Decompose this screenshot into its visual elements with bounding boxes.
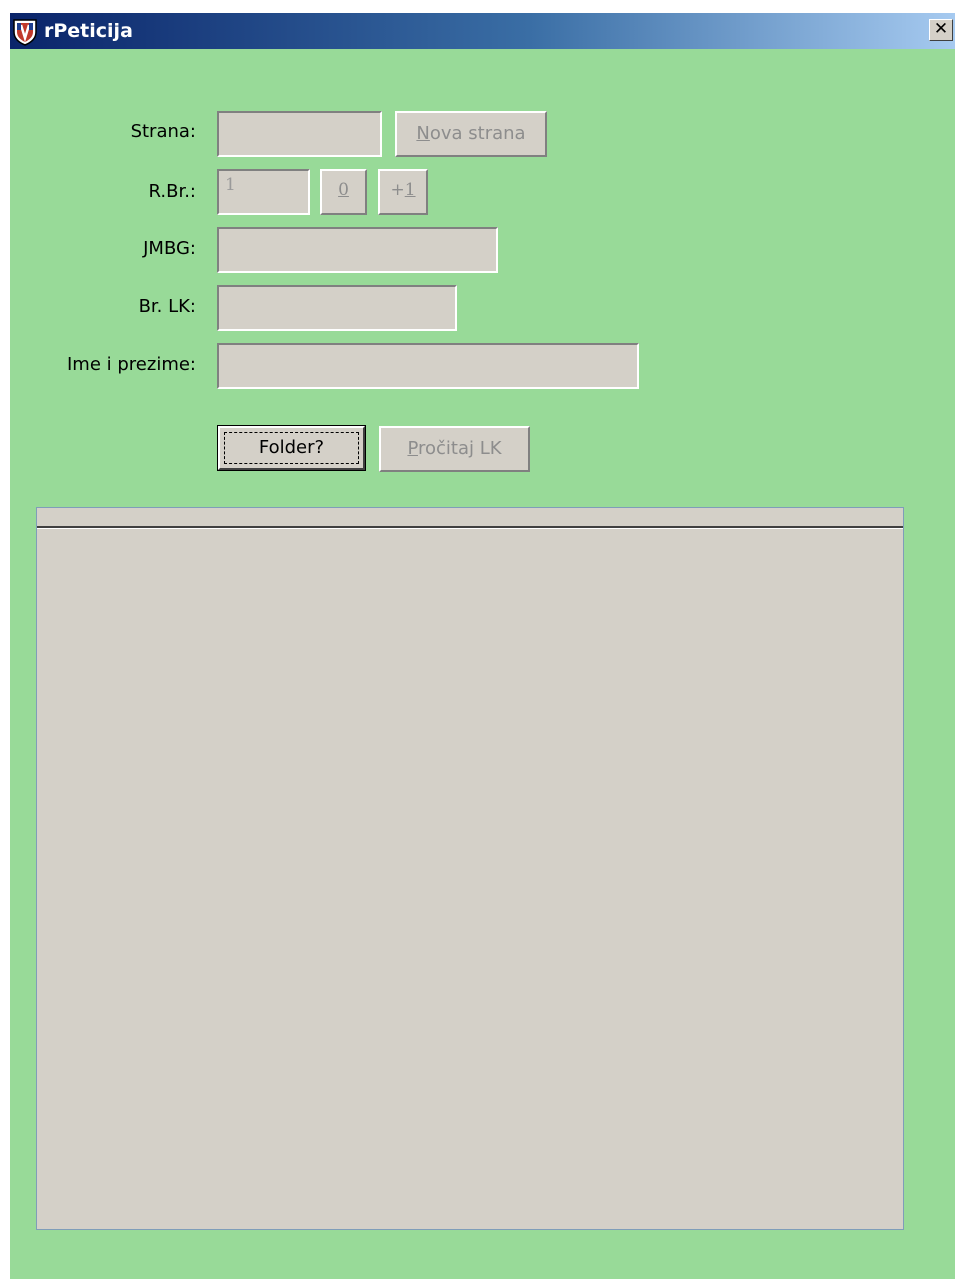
ime-prezime-label: Ime i prezime:: [67, 354, 196, 375]
brlk-label: Br. LK:: [138, 296, 196, 317]
brlk-label-wrap: Br. LK:: [10, 295, 196, 319]
title-bar[interactable]: rPeticija ✕: [10, 13, 955, 49]
strana-field[interactable]: [217, 111, 382, 157]
jmbg-field[interactable]: [217, 227, 498, 273]
plus-one-prefix: +: [390, 180, 405, 200]
procitaj-lk-label: Pročitaj LK: [407, 438, 501, 459]
jmbg-label-wrap: JMBG:: [10, 237, 196, 261]
ime-label-wrap: Ime i prezime:: [10, 353, 196, 377]
folder-button[interactable]: Folder?: [217, 425, 366, 471]
procitaj-lk-button[interactable]: Pročitaj LK: [379, 426, 530, 472]
zero-button[interactable]: 0: [320, 169, 367, 215]
zero-button-label: 0: [338, 180, 349, 200]
shield-app-icon: [13, 19, 37, 46]
rbr-label: R.Br.:: [148, 181, 196, 202]
procitaj-rest: ročitaj LK: [417, 438, 502, 459]
procitaj-mnemonic: P: [407, 438, 418, 459]
plus-one-button[interactable]: +1: [378, 169, 428, 215]
close-button[interactable]: ✕: [929, 19, 953, 41]
nova-strana-rest: ova strana: [429, 123, 526, 144]
rbr-label-wrap: R.Br.:: [10, 180, 196, 204]
plus-one-mnemonic: 1: [404, 180, 416, 200]
app-window: rPeticija ✕ Strana: Nova strana R.Br.: 1…: [10, 13, 955, 1279]
list-header-divider: [37, 528, 903, 529]
list-panel[interactable]: [36, 507, 904, 1230]
ime-prezime-field[interactable]: [217, 343, 639, 389]
nova-strana-mnemonic: N: [416, 123, 430, 144]
plus-one-label: +1: [390, 180, 415, 200]
rbr-field[interactable]: 1: [217, 169, 310, 215]
strana-label-wrap: Strana:: [10, 120, 196, 144]
nova-strana-button[interactable]: Nova strana: [395, 111, 547, 157]
strana-label: Strana:: [130, 121, 196, 142]
window-title: rPeticija: [44, 20, 133, 42]
list-header[interactable]: [37, 508, 903, 528]
jmbg-label: JMBG:: [143, 238, 196, 259]
close-icon: ✕: [933, 19, 949, 39]
nova-strana-label: Nova strana: [416, 123, 525, 144]
brlk-field[interactable]: [217, 285, 457, 331]
folder-button-label: Folder?: [258, 437, 325, 458]
